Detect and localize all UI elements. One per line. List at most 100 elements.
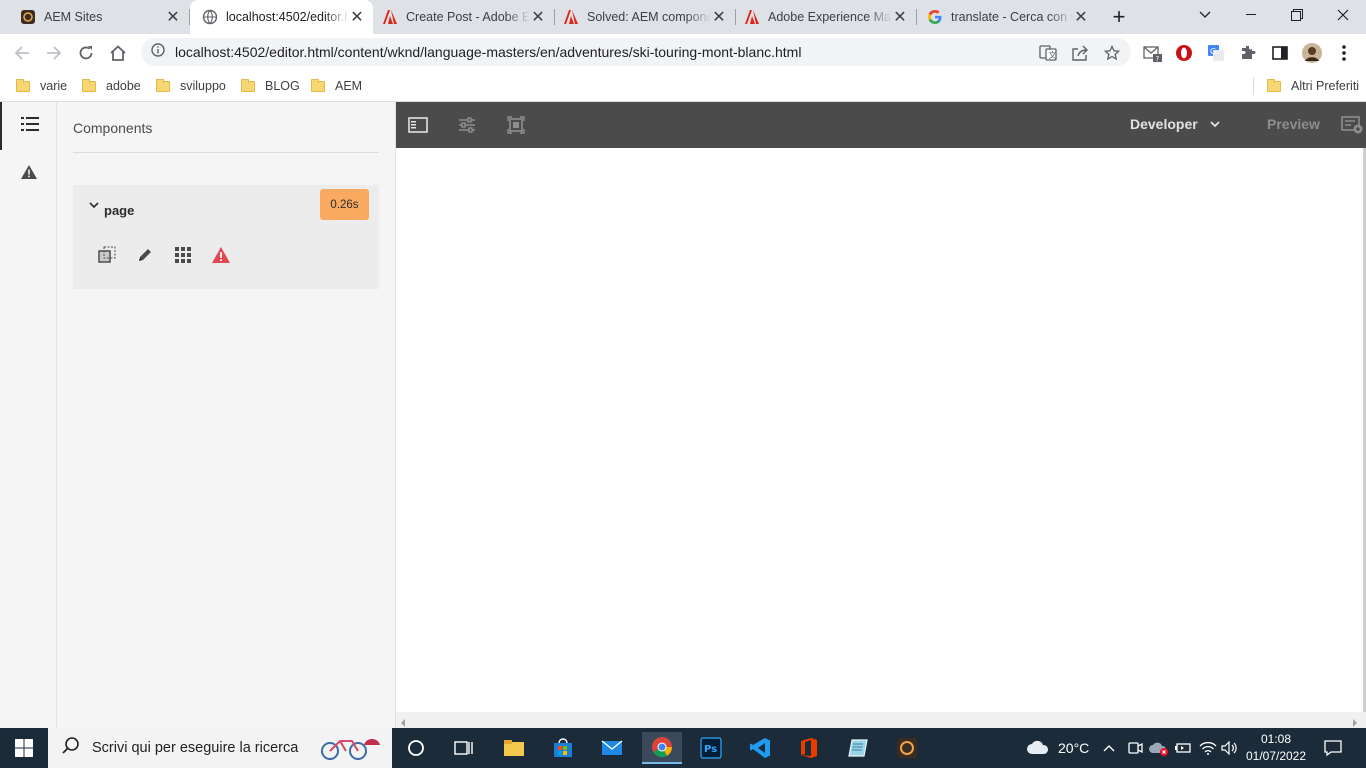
- folder-icon: [1267, 78, 1281, 92]
- clock-time: 01:08: [1260, 732, 1292, 746]
- meet-icon[interactable]: [1127, 728, 1143, 768]
- close-tab-icon[interactable]: ✕: [165, 7, 181, 27]
- gmail-checker-icon[interactable]: ?: [1143, 43, 1163, 63]
- clock[interactable]: 01:08 01/07/2022: [1246, 728, 1306, 768]
- microsoft-store-icon[interactable]: [543, 732, 583, 764]
- menu-icon[interactable]: [1334, 43, 1354, 63]
- chevron-down-icon[interactable]: [89, 201, 99, 213]
- aem-icon[interactable]: [887, 732, 927, 764]
- adobe-icon: [744, 9, 760, 25]
- url-text: localhost:4502/editor.html/content/wknd/…: [175, 44, 802, 60]
- weather-widget[interactable]: 20°C: [1026, 728, 1089, 768]
- tab-adobe-experience[interactable]: Adobe Experience Ma ✕: [736, 0, 917, 34]
- task-view-icon[interactable]: [444, 732, 484, 764]
- close-tab-icon[interactable]: ✕: [530, 7, 546, 27]
- weather-temp: 20°C: [1058, 740, 1090, 756]
- volume-icon[interactable]: [1221, 728, 1239, 768]
- page-node[interactable]: page 0.26s: [73, 185, 379, 289]
- horizontal-scrollbar[interactable]: [396, 712, 1366, 728]
- content-tree-button[interactable]: [0, 102, 57, 150]
- tab-search-icon[interactable]: [1182, 0, 1228, 30]
- mode-selector[interactable]: Developer: [1130, 116, 1220, 132]
- minimize-icon[interactable]: [1228, 0, 1274, 30]
- translate-icon[interactable]: 文: [1038, 43, 1058, 63]
- windows-start-icon[interactable]: [4, 732, 44, 764]
- chevron-down-icon: [1210, 116, 1220, 132]
- svg-text:Ps: Ps: [704, 744, 717, 755]
- close-tab-icon[interactable]: ✕: [892, 7, 908, 27]
- onedrive-error-icon[interactable]: [1149, 728, 1169, 768]
- aem-icon: [20, 9, 36, 25]
- tab-aem-sites[interactable]: AEM Sites ✕: [0, 0, 190, 34]
- notifications-icon[interactable]: [1324, 728, 1342, 768]
- tab-solved[interactable]: Solved: AEM compone ✕: [555, 0, 736, 34]
- list-icon: [20, 116, 39, 137]
- taskbar-search[interactable]: Scrivi qui per eseguire la ricerca: [48, 728, 392, 768]
- bookmark-folder[interactable]: BLOG: [241, 77, 300, 95]
- wifi-icon[interactable]: [1199, 728, 1217, 768]
- close-tab-icon[interactable]: ✕: [1073, 7, 1089, 27]
- restore-icon[interactable]: [1274, 0, 1320, 30]
- tab-title: translate - Cerca con G: [951, 10, 1073, 24]
- site-info-icon[interactable]: [151, 42, 165, 62]
- browser-toolbar: localhost:4502/editor.html/content/wknd/…: [0, 34, 1366, 71]
- share-icon[interactable]: [1070, 43, 1090, 63]
- bookmarks-bar: varie adobe sviluppo BLOG AEM Altri Pref…: [0, 71, 1366, 102]
- tab-title: Solved: AEM compone: [587, 10, 711, 24]
- errors-button[interactable]: [0, 150, 57, 198]
- side-panel-icon[interactable]: [1270, 43, 1290, 63]
- close-window-icon[interactable]: [1320, 0, 1366, 30]
- show-hidden-icons[interactable]: [1103, 728, 1115, 768]
- address-bar[interactable]: localhost:4502/editor.html/content/wknd/…: [141, 38, 1131, 66]
- bookmark-folder[interactable]: adobe: [82, 77, 141, 95]
- photoshop-icon[interactable]: Ps: [691, 732, 731, 764]
- search-icon: [62, 736, 80, 760]
- other-bookmarks[interactable]: Altri Preferiti: [1267, 77, 1359, 95]
- warning-icon: [20, 164, 38, 185]
- tab-create-post[interactable]: Create Post - Adobe E ✕: [374, 0, 555, 34]
- cortana-icon[interactable]: [396, 732, 436, 764]
- bookmark-star-icon[interactable]: [1102, 43, 1122, 63]
- bike-illustration-icon: [318, 731, 382, 766]
- grid-icon[interactable]: [172, 244, 194, 266]
- opera-extension-icon[interactable]: [1174, 43, 1194, 63]
- tab-strip: AEM Sites ✕ localhost:4502/editor.h ✕ Cr…: [0, 0, 1366, 34]
- vscode-icon[interactable]: [740, 732, 780, 764]
- battery-icon[interactable]: [1174, 728, 1192, 768]
- office-icon[interactable]: [789, 732, 829, 764]
- page-properties-icon[interactable]: [455, 114, 479, 136]
- new-tab-button[interactable]: +: [1097, 2, 1141, 32]
- view-code-icon[interactable]: [96, 244, 118, 266]
- close-tab-icon[interactable]: ✕: [711, 7, 727, 27]
- page-canvas[interactable]: [396, 148, 1366, 712]
- bookmark-folder[interactable]: varie: [16, 77, 67, 95]
- back-icon[interactable]: [8, 39, 36, 67]
- extensions-icon[interactable]: [1238, 43, 1258, 63]
- home-icon[interactable]: [104, 39, 132, 67]
- warning-icon[interactable]: [210, 244, 232, 266]
- mail-icon[interactable]: [592, 732, 632, 764]
- annotations-icon[interactable]: [1340, 114, 1364, 136]
- svg-text:G: G: [1210, 47, 1216, 56]
- preview-button[interactable]: Preview: [1267, 116, 1320, 132]
- mode-label: Developer: [1130, 116, 1198, 132]
- bookmark-folder[interactable]: AEM: [311, 77, 362, 95]
- file-explorer-icon[interactable]: [494, 732, 534, 764]
- google-translate-icon[interactable]: G: [1206, 43, 1226, 63]
- bookmark-folder[interactable]: sviluppo: [156, 77, 226, 95]
- timing-badge: 0.26s: [320, 189, 369, 220]
- avatar[interactable]: [1302, 43, 1322, 63]
- tab-editor[interactable]: localhost:4502/editor.h ✕: [190, 0, 373, 34]
- emulator-icon[interactable]: [504, 114, 528, 136]
- tab-translate[interactable]: translate - Cerca con G ✕: [917, 0, 1097, 34]
- forward-icon[interactable]: [40, 39, 68, 67]
- panel-title: Components: [73, 120, 153, 136]
- folder-icon: [311, 78, 325, 92]
- toggle-side-panel-icon[interactable]: [406, 114, 430, 136]
- edit-pencil-icon[interactable]: [134, 244, 156, 266]
- reload-icon[interactable]: [72, 39, 100, 67]
- notepad-icon[interactable]: [838, 732, 878, 764]
- folder-icon: [241, 78, 255, 92]
- chrome-icon[interactable]: [642, 732, 682, 764]
- close-tab-icon[interactable]: ✕: [349, 7, 365, 27]
